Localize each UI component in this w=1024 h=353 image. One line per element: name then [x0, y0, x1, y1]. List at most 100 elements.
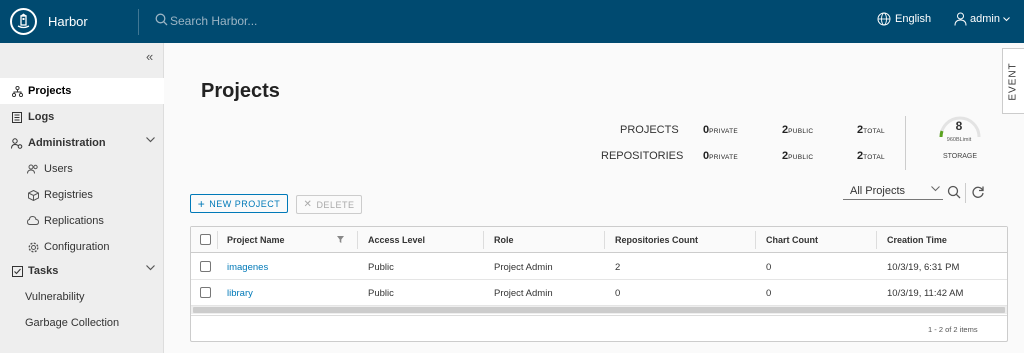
search-icon: [155, 13, 168, 31]
access-level-cell: Public: [368, 288, 394, 299]
language-label: English: [895, 13, 932, 25]
role-cell: Project Admin: [494, 288, 553, 299]
username: admin: [970, 13, 1000, 25]
event-tab-label: EVENT: [1008, 61, 1019, 101]
column-header-chart-count[interactable]: Chart Count: [766, 235, 818, 245]
gear-icon: [26, 241, 40, 253]
column-header-access-level[interactable]: Access Level: [368, 235, 425, 245]
stat-unit: PUBLIC: [788, 154, 814, 161]
chevron-down-icon: [146, 137, 155, 143]
new-project-label: NEW PROJECT: [209, 198, 281, 209]
repositories-stat-label: REPOSITORIES: [601, 150, 684, 162]
stat-unit: PUBLIC: [788, 128, 814, 135]
column-header-repositories-count[interactable]: Repositories Count: [615, 235, 698, 245]
repositories-count-cell: 0: [615, 288, 621, 299]
projects-icon: [10, 85, 24, 97]
horizontal-scrollbar[interactable]: [193, 307, 1005, 313]
sidebar-item-label: Vulnerability: [25, 291, 85, 303]
sidebar-item-registries[interactable]: Registries: [0, 182, 164, 208]
sidebar-item-label: Administration: [28, 137, 106, 149]
harbor-logo-icon[interactable]: [10, 8, 37, 35]
items-count: 1 - 2 of 2 items: [928, 325, 978, 334]
projects-table: Project Name Access Level Role Repositor…: [190, 226, 1008, 342]
table-row[interactable]: library Public Project Admin 0 0 10/3/19…: [191, 280, 1007, 306]
search-icon[interactable]: [947, 185, 961, 199]
repositories-public-stat: 2PUBLIC: [782, 150, 813, 162]
creation-time-cell: 10/3/19, 11:42 AM: [887, 288, 964, 299]
access-level-cell: Public: [368, 262, 394, 273]
stat-unit: PRIVATE: [709, 154, 739, 161]
creation-time-cell: 10/3/19, 6:31 PM: [887, 262, 960, 273]
users-icon: [26, 164, 40, 174]
sidebar-item-label: Users: [44, 163, 73, 175]
user-menu[interactable]: admin: [954, 12, 1010, 26]
sidebar-item-configuration[interactable]: Configuration: [0, 234, 164, 260]
chevron-down-icon: [931, 186, 940, 192]
column-header-project-name[interactable]: Project Name: [227, 235, 285, 245]
projects-private-stat: 0PRIVATE: [703, 124, 738, 136]
repositories-private-stat: 0PRIVATE: [703, 150, 738, 162]
filter-icon[interactable]: [337, 236, 344, 243]
sidebar-item-label: Configuration: [44, 241, 110, 253]
column-divider: [755, 231, 756, 249]
plus-icon: +: [197, 196, 206, 211]
chevron-down-icon: [1003, 16, 1010, 21]
sidebar-item-projects[interactable]: Projects: [0, 78, 164, 104]
sidebar-item-label: Tasks: [28, 265, 59, 277]
filter-selected-value: All Projects: [850, 185, 906, 197]
sidebar-item-replications[interactable]: Replications: [0, 208, 164, 234]
stat-unit: PRIVATE: [709, 128, 739, 135]
brand-name[interactable]: Harbor: [48, 14, 88, 29]
refresh-icon[interactable]: [971, 185, 985, 199]
projects-total-stat: 2TOTAL: [857, 124, 885, 136]
sidebar-item-logs[interactable]: Logs: [0, 104, 164, 130]
row-checkbox[interactable]: [200, 261, 211, 272]
toolbar-divider: [965, 183, 966, 203]
project-filter-select[interactable]: All Projects: [843, 183, 943, 200]
storage-limit: 960BLimit: [946, 137, 972, 143]
delete-button[interactable]: ✕ DELETE: [296, 195, 362, 214]
new-project-button[interactable]: + NEW PROJECT: [190, 194, 288, 213]
global-search-input[interactable]: [170, 12, 370, 30]
column-header-creation-time[interactable]: Creation Time: [887, 235, 947, 245]
repositories-count-cell: 2: [615, 262, 621, 273]
logs-icon: [10, 111, 24, 123]
sidebar-item-users[interactable]: Users: [0, 156, 164, 182]
sidebar-item-vulnerability[interactable]: Vulnerability: [0, 284, 164, 310]
column-divider: [876, 231, 877, 249]
collapse-sidebar-icon[interactable]: «: [146, 49, 153, 64]
column-header-role[interactable]: Role: [494, 235, 514, 245]
page-title: Projects: [201, 80, 280, 102]
sidebar-item-label: Projects: [28, 85, 72, 97]
delete-label: DELETE: [316, 199, 355, 210]
language-selector[interactable]: English: [877, 12, 931, 26]
role-cell: Project Admin: [494, 262, 553, 273]
chevron-down-icon: [146, 265, 155, 271]
projects-stat-label: PROJECTS: [620, 124, 679, 136]
sidebar-item-tasks[interactable]: Tasks: [0, 258, 164, 284]
chart-count-cell: 0: [766, 262, 772, 273]
table-header: Project Name Access Level Role Repositor…: [191, 227, 1007, 253]
column-divider: [357, 231, 358, 249]
sidebar-item-garbage-collection[interactable]: Garbage Collection: [0, 310, 164, 336]
tasks-icon: [10, 265, 24, 277]
sidebar-item-label: Replications: [44, 215, 104, 227]
top-header: Harbor English admin: [0, 0, 1024, 43]
user-icon: [954, 12, 967, 26]
projects-public-stat: 2PUBLIC: [782, 124, 813, 136]
project-name-link[interactable]: library: [227, 288, 253, 299]
chart-count-cell: 0: [766, 288, 772, 299]
sidebar-item-label: Logs: [28, 111, 55, 123]
row-checkbox[interactable]: [200, 287, 211, 298]
storage-label: STORAGE: [942, 153, 978, 160]
event-tab[interactable]: EVENT: [1002, 48, 1024, 114]
column-divider: [483, 231, 484, 249]
project-name-link[interactable]: imagenes: [227, 262, 268, 273]
sidebar-item-label: Registries: [44, 189, 93, 201]
registries-icon: [26, 189, 40, 201]
sidebar-item-administration[interactable]: Administration: [0, 130, 164, 156]
table-row[interactable]: imagenes Public Project Admin 2 0 10/3/1…: [191, 254, 1007, 280]
repositories-total-stat: 2TOTAL: [857, 150, 885, 162]
select-all-checkbox[interactable]: [200, 234, 211, 245]
stats-divider: [905, 116, 906, 170]
